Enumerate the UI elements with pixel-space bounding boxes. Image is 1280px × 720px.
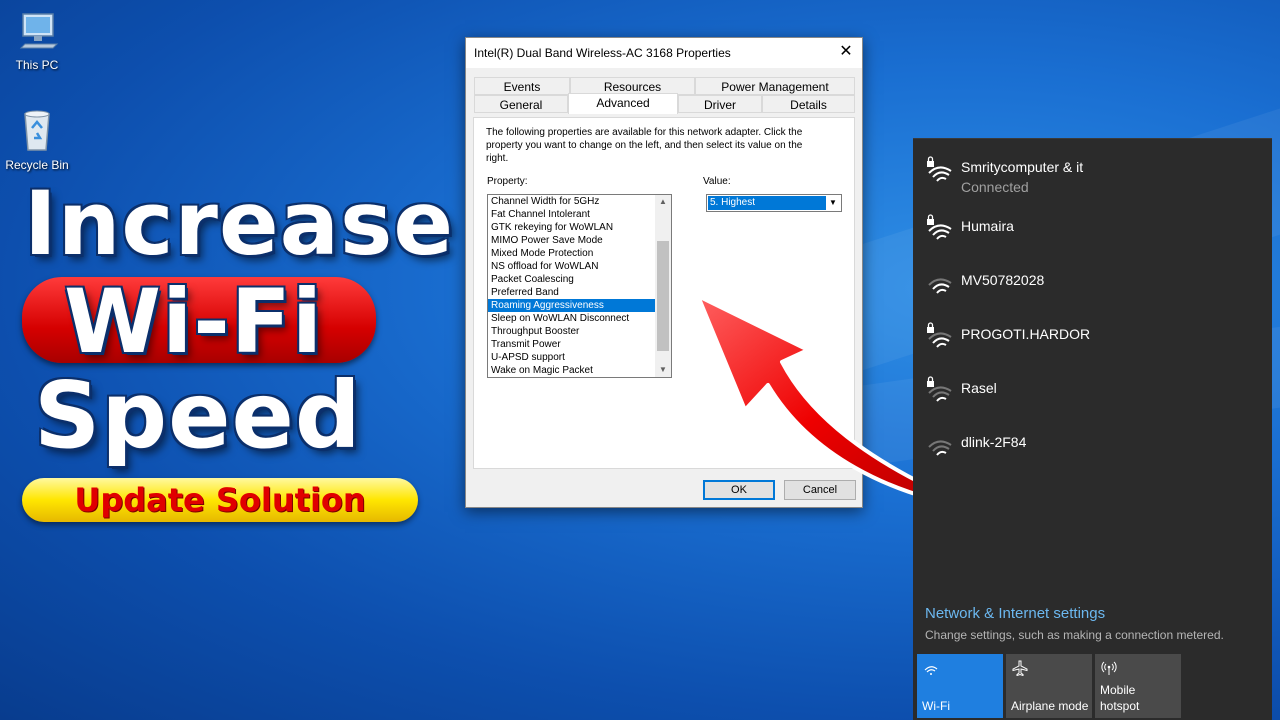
desktop-icon-recycle-bin[interactable]: Recycle Bin bbox=[2, 108, 72, 174]
tab-events[interactable]: Events bbox=[474, 77, 570, 95]
tab-advanced[interactable]: Advanced bbox=[568, 93, 678, 114]
property-item[interactable]: U-APSD support bbox=[488, 351, 655, 364]
network-item-progoti-hardor[interactable]: PROGOTI.HARDOR bbox=[913, 321, 1272, 371]
hotspot-icon bbox=[1101, 661, 1117, 675]
wifi-icon bbox=[928, 440, 952, 456]
value-dropdown[interactable]: 5. Highest ▼ bbox=[706, 194, 842, 212]
property-item[interactable]: Preferred Band bbox=[488, 286, 655, 299]
tab-details[interactable]: Details bbox=[762, 95, 855, 113]
property-item-selected[interactable]: Roaming Aggressiveness bbox=[488, 299, 655, 312]
network-item-rasel[interactable]: Rasel bbox=[913, 375, 1272, 425]
property-item[interactable]: Wake on Magic Packet bbox=[488, 364, 655, 377]
tab-general[interactable]: General bbox=[474, 95, 568, 113]
tab-driver[interactable]: Driver bbox=[678, 95, 762, 113]
property-item[interactable]: Sleep on WoWLAN Disconnect bbox=[488, 312, 655, 325]
property-item[interactable]: GTK rekeying for WoWLAN bbox=[488, 221, 655, 234]
network-status: Connected bbox=[961, 179, 1029, 195]
property-item[interactable]: Transmit Power bbox=[488, 338, 655, 351]
property-item[interactable]: Packet Coalescing bbox=[488, 273, 655, 286]
property-label: Property: bbox=[487, 176, 528, 187]
network-settings-link[interactable]: Network & Internet settings bbox=[925, 605, 1105, 622]
network-item-mv50782028[interactable]: MV50782028 bbox=[913, 267, 1272, 317]
scroll-thumb[interactable] bbox=[657, 241, 669, 351]
wifi-secured-icon bbox=[927, 322, 952, 348]
property-list: Channel Width for 5GHz Fat Channel Intol… bbox=[488, 195, 655, 377]
network-flyout: Smritycomputer & it Connected Humaira MV… bbox=[913, 138, 1272, 720]
network-name: PROGOTI.HARDOR bbox=[961, 326, 1091, 342]
network-name: Humaira bbox=[961, 218, 1014, 234]
property-item[interactable]: Throughput Booster bbox=[488, 325, 655, 338]
property-item[interactable]: MIMO Power Save Mode bbox=[488, 234, 655, 247]
wifi-icon bbox=[924, 666, 938, 675]
recycle-bin-icon bbox=[24, 110, 50, 151]
wifi-secured-icon bbox=[927, 156, 952, 182]
desktop-icon-label: Recycle Bin bbox=[5, 158, 69, 172]
quick-action-wifi[interactable]: Wi-Fi bbox=[917, 654, 1003, 718]
network-name: MV50782028 bbox=[961, 272, 1045, 288]
dialog-titlebar[interactable]: Intel(R) Dual Band Wireless-AC 3168 Prop… bbox=[466, 38, 862, 68]
computer-icon bbox=[19, 13, 59, 49]
network-name: dlink-2F84 bbox=[961, 434, 1027, 450]
network-item-smritycomputer[interactable]: Smritycomputer & it Connected bbox=[913, 155, 1272, 205]
wifi-secured-icon bbox=[927, 214, 952, 240]
desktop-icon-label: This PC bbox=[15, 58, 59, 72]
property-item[interactable]: Fat Channel Intolerant bbox=[488, 208, 655, 221]
quick-action-airplane[interactable]: Airplane mode bbox=[1006, 654, 1092, 718]
property-scrollbar[interactable]: ▲ ▼ bbox=[655, 195, 671, 377]
scroll-up-icon[interactable]: ▲ bbox=[655, 195, 671, 209]
headline-wifi: Wi-Fi bbox=[64, 270, 324, 373]
network-item-humaira[interactable]: Humaira bbox=[913, 213, 1272, 263]
quick-action-mobile-hotspot[interactable]: Mobile hotspot bbox=[1095, 654, 1181, 718]
tab-power-management[interactable]: Power Management bbox=[695, 77, 855, 95]
quick-action-label: Wi-Fi bbox=[922, 699, 950, 713]
property-listbox[interactable]: Channel Width for 5GHz Fat Channel Intol… bbox=[487, 194, 672, 378]
network-name: Smritycomputer & it bbox=[961, 159, 1084, 175]
property-item[interactable]: Channel Width for 5GHz bbox=[488, 195, 655, 208]
quick-action-label: Mobile hotspot bbox=[1100, 683, 1140, 713]
desktop-icon-this-pc[interactable]: This PC bbox=[2, 12, 72, 74]
wifi-secured-icon bbox=[927, 376, 952, 402]
network-settings-subtext: Change settings, such as making a connec… bbox=[925, 628, 1224, 642]
network-item-dlink[interactable]: dlink-2F84 bbox=[913, 429, 1272, 479]
dialog-description: The following properties are available f… bbox=[486, 127, 803, 164]
dialog-title: Intel(R) Dual Band Wireless-AC 3168 Prop… bbox=[474, 46, 731, 60]
network-name: Rasel bbox=[961, 380, 997, 396]
value-dropdown-selected: 5. Highest bbox=[708, 196, 826, 210]
wifi-icon bbox=[928, 278, 952, 294]
scroll-down-icon[interactable]: ▼ bbox=[655, 363, 671, 377]
chevron-down-icon[interactable]: ▼ bbox=[826, 196, 840, 210]
value-label: Value: bbox=[703, 176, 731, 187]
headline-increase: Increase bbox=[24, 172, 455, 275]
airplane-icon bbox=[1012, 660, 1028, 676]
property-item[interactable]: Mixed Mode Protection bbox=[488, 247, 655, 260]
close-icon[interactable]: ✕ bbox=[836, 42, 856, 62]
quick-action-label: Airplane mode bbox=[1011, 699, 1089, 713]
headline-badge: Update Solution bbox=[74, 481, 366, 519]
headline-speed: Speed bbox=[34, 362, 362, 469]
property-item[interactable]: NS offload for WoWLAN bbox=[488, 260, 655, 273]
